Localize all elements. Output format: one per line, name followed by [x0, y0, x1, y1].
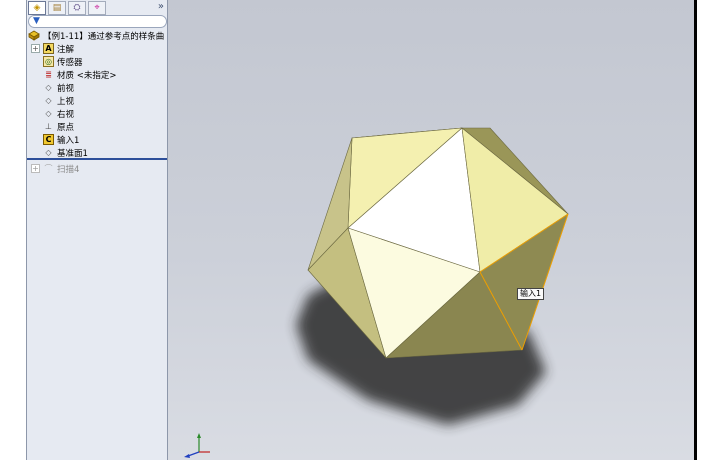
configuration-tab[interactable]: ⛭ — [68, 0, 86, 15]
tree-root-label: 【例1-11】通过参考点的样条曲 — [43, 31, 165, 42]
tree-item-label: 右视 — [57, 109, 75, 120]
part-icon — [28, 30, 40, 41]
expand-plus-icon[interactable]: + — [31, 164, 40, 173]
tree-item-label: 原点 — [57, 122, 75, 133]
dimxpert-tab[interactable]: ⌖ — [88, 0, 106, 15]
rollback-bar[interactable] — [27, 158, 167, 160]
sensor-icon: ◎ — [43, 56, 54, 67]
tree-item-sweep-suppressed[interactable]: + ⌒ 扫描4 — [27, 162, 167, 175]
tree-item-label: 输入1 — [57, 135, 80, 146]
propertymanager-tab-icon: ▤ — [52, 2, 62, 13]
tree-item-label: 基准面1 — [57, 148, 88, 159]
featuremanager-tab[interactable]: ◈ — [28, 0, 46, 15]
tree-item-label: 上视 — [57, 96, 75, 107]
filter-icon: ▼ — [33, 16, 40, 26]
expand-plus-icon[interactable]: + — [31, 44, 40, 53]
tree-item-label: 前视 — [57, 83, 75, 94]
graphics-viewport[interactable] — [168, 0, 694, 460]
selection-tooltip: 输入1 — [517, 288, 545, 300]
tree-item-material[interactable]: ≣ 材质 <未指定> — [27, 68, 167, 81]
tree-item-sensors[interactable]: ◎ 传感器 — [27, 55, 167, 68]
feature-manager-panel: ◈ ▤ ⛭ ⌖ » ▼ 【例1-11】通过参考点的样条曲 + A 注解 ◎ 传感… — [26, 0, 168, 460]
feature-tree: 【例1-11】通过参考点的样条曲 + A 注解 ◎ 传感器 ≣ 材质 <未指定>… — [27, 29, 167, 175]
dimxpert-tab-icon: ⌖ — [94, 2, 100, 13]
plane-icon: ◇ — [45, 109, 52, 118]
tree-item-label: 传感器 — [57, 57, 83, 68]
tree-filter-input[interactable]: ▼ — [28, 15, 167, 28]
tree-root-part[interactable]: 【例1-11】通过参考点的样条曲 — [27, 29, 167, 42]
tree-item-origin[interactable]: ⊥ 原点 — [27, 120, 167, 133]
tree-item-imported[interactable]: C 输入1 — [27, 133, 167, 146]
annotation-icon: A — [43, 43, 54, 54]
plane-icon: ◇ — [45, 96, 52, 105]
tree-item-annotations[interactable]: + A 注解 — [27, 42, 167, 55]
propertymanager-tab[interactable]: ▤ — [48, 0, 66, 15]
tree-item-label: 材质 <未指定> — [57, 70, 117, 81]
sweep-icon: ⌒ — [44, 164, 53, 173]
tree-item-label: 注解 — [57, 44, 75, 55]
imported-body-icon: C — [43, 134, 54, 145]
right-edge-strip — [697, 0, 707, 460]
tree-item-right-plane[interactable]: ◇ 右视 — [27, 107, 167, 120]
origin-icon: ⊥ — [45, 122, 52, 131]
featuremanager-tab-icon: ◈ — [33, 2, 41, 13]
expand-chevrons-icon[interactable]: » — [158, 1, 164, 12]
configuration-tab-icon: ⛭ — [73, 2, 81, 13]
left-border-strip — [0, 0, 26, 460]
panel-tabs: ◈ ▤ ⛭ ⌖ » — [27, 0, 167, 15]
model-canvas — [296, 127, 569, 425]
plane-icon: ◇ — [45, 83, 52, 92]
material-icon: ≣ — [45, 70, 52, 79]
reference-triad-icon — [184, 433, 210, 458]
tree-item-front-plane[interactable]: ◇ 前视 — [27, 81, 167, 94]
tree-item-label: 扫描4 — [57, 164, 80, 175]
tree-item-top-plane[interactable]: ◇ 上视 — [27, 94, 167, 107]
plane-icon: ◇ — [45, 148, 52, 157]
